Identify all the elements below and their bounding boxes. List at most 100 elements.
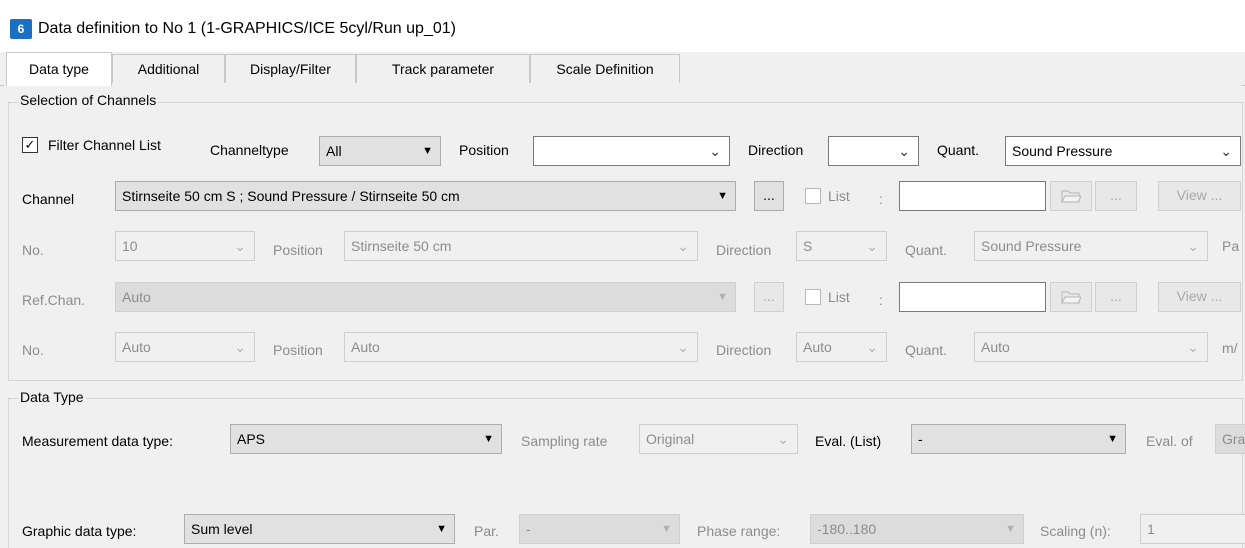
ref-quant-label: Quant. (905, 342, 948, 358)
chevron-down-icon: ⌄ (234, 339, 246, 355)
position-select-2: Stirnseite 50 cm ⌄ (344, 231, 698, 261)
eval-list-select[interactable]: - ▼ (911, 424, 1126, 454)
dropdown-arrow-icon: ▼ (436, 523, 447, 535)
ref-position-label: Position (273, 342, 323, 358)
dropdown-arrow-icon: ▼ (717, 291, 728, 303)
colon-label: : (879, 191, 883, 207)
data-type-title: Data Type (18, 389, 86, 405)
chevron-down-icon: ⌄ (777, 431, 789, 447)
par-label: Par. (474, 523, 499, 539)
scaling-input[interactable]: 1 (1140, 514, 1245, 544)
ref-no-label: No. (22, 342, 44, 358)
quant-value-2: Sound Pressure (981, 238, 1082, 254)
quant-select[interactable]: Sound Pressure ⌄ (1005, 136, 1241, 166)
ref-list-checkbox[interactable] (805, 289, 821, 305)
chevron-down-icon: ⌄ (709, 143, 721, 159)
direction-select[interactable]: ⌄ (828, 136, 919, 166)
chevron-down-icon: ⌄ (898, 143, 910, 159)
app-icon: 6 (10, 19, 32, 39)
phase-range-label: Phase range: (697, 523, 781, 539)
position-select[interactable]: ⌄ (533, 136, 730, 166)
quant-label-2: Quant. (905, 242, 948, 258)
eval-of-value: Gra (1222, 431, 1245, 447)
ref-view-button[interactable]: View ... (1158, 282, 1241, 312)
ref-list-file-input[interactable] (899, 282, 1046, 312)
channel-select[interactable]: Stirnseite 50 cm S ; Sound Pressure / St… (115, 181, 736, 211)
quant-label: Quant. (937, 142, 980, 158)
refchan-label: Ref.Chan. (22, 292, 86, 308)
eval-of-label: Eval. of (1146, 433, 1193, 449)
direction-label: Direction (748, 142, 804, 158)
graphic-data-type-select[interactable]: Sum level ▼ (184, 514, 455, 544)
list-file-input[interactable] (899, 181, 1046, 211)
par-select: - ▼ (519, 514, 680, 544)
ref-no-select: Auto ⌄ (115, 332, 255, 362)
filter-channel-list-checkbox[interactable]: ✓ (22, 137, 38, 153)
position-label-2: Position (273, 242, 323, 258)
ref-colon-label: : (879, 292, 883, 308)
chevron-down-icon: ⌄ (866, 339, 878, 355)
channel-value: Stirnseite 50 cm S ; Sound Pressure / St… (122, 188, 460, 204)
direction-label-2: Direction (716, 242, 772, 258)
chevron-down-icon: ⌄ (677, 238, 689, 254)
chevron-down-icon: ⌄ (677, 339, 689, 355)
chevron-down-icon: ⌄ (866, 238, 878, 254)
graphic-data-type-label: Graphic data type: (22, 523, 137, 539)
dropdown-arrow-icon: ▼ (483, 433, 494, 445)
direction-select-2: S ⌄ (796, 231, 887, 261)
tab-additional[interactable]: Additional (112, 54, 225, 83)
refchan-select: Auto ▼ (115, 282, 736, 312)
ref-open-folder-button[interactable] (1050, 282, 1092, 312)
dropdown-arrow-icon: ▼ (717, 190, 728, 202)
sampling-rate-select: Original ⌄ (639, 424, 798, 454)
ref-list-browse-button[interactable]: ... (1095, 282, 1137, 312)
par-value: - (526, 521, 531, 537)
no-value: 10 (122, 238, 138, 254)
channel-browse-button[interactable]: ... (754, 181, 784, 211)
ref-quant-value: Auto (981, 339, 1010, 355)
phase-range-select: -180..180 ▼ (810, 514, 1024, 544)
ref-position-select: Auto ⌄ (344, 332, 698, 362)
scaling-value: 1 (1147, 521, 1155, 537)
dropdown-arrow-icon: ▼ (422, 145, 433, 157)
tab-track-parameter[interactable]: Track parameter (356, 54, 530, 83)
chevron-down-icon: ⌄ (1187, 238, 1199, 254)
ref-direction-select: Auto ⌄ (796, 332, 887, 362)
channeltype-select[interactable]: All ▼ (319, 136, 441, 166)
refchan-value: Auto (122, 289, 151, 305)
refchan-browse-button[interactable]: ... (754, 282, 784, 312)
ref-direction-label: Direction (716, 342, 772, 358)
ref-unit-label: m/ (1222, 340, 1238, 356)
tab-display-filter[interactable]: Display/Filter (225, 54, 356, 83)
tab-data-type[interactable]: Data type (6, 52, 112, 86)
unit-label: Pa (1222, 238, 1240, 254)
window-title: Data definition to No 1 (1-GRAPHICS/ICE … (38, 20, 456, 37)
dropdown-arrow-icon: ▼ (1005, 523, 1016, 535)
view-button[interactable]: View ... (1158, 181, 1241, 211)
ref-no-value: Auto (122, 339, 151, 355)
no-select: 10 ⌄ (115, 231, 255, 261)
folder-icon (1061, 190, 1082, 203)
selection-of-channels-title: Selection of Channels (18, 92, 159, 108)
eval-of-select: Gra (1215, 424, 1245, 454)
sampling-rate-label: Sampling rate (521, 433, 608, 449)
list-label: List (828, 188, 850, 204)
open-folder-button[interactable] (1050, 181, 1092, 211)
quant-select-2: Sound Pressure ⌄ (974, 231, 1208, 261)
measurement-data-type-value: APS (237, 431, 266, 447)
list-checkbox[interactable] (805, 188, 821, 204)
phase-range-value: -180..180 (817, 521, 877, 537)
tab-scale-definition[interactable]: Scale Definition (530, 54, 680, 83)
list-browse-button[interactable]: ... (1095, 181, 1137, 211)
sampling-rate-value: Original (646, 431, 695, 447)
direction-value-2: S (803, 238, 813, 254)
folder-icon (1061, 291, 1082, 304)
position-value-2: Stirnseite 50 cm (351, 238, 452, 254)
eval-list-value: - (918, 431, 923, 447)
chevron-down-icon: ⌄ (234, 238, 246, 254)
ref-position-value: Auto (351, 339, 380, 355)
ref-direction-value: Auto (803, 339, 832, 355)
channel-label: Channel (22, 191, 75, 207)
measurement-data-type-select[interactable]: APS ▼ (230, 424, 502, 454)
measurement-data-type-label: Measurement data type: (22, 433, 173, 449)
